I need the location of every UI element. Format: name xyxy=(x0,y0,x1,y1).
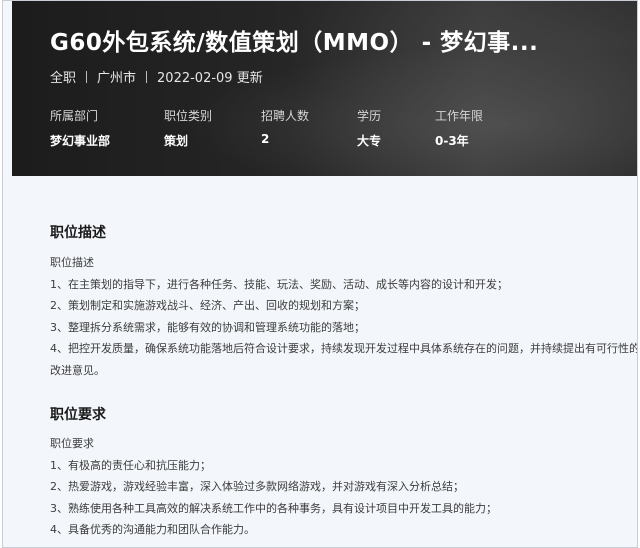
info-experience: 工作年限 0-3年 xyxy=(435,107,483,149)
info-label: 招聘人数 xyxy=(261,109,310,123)
info-category: 职位类别 策划 xyxy=(164,107,212,149)
info-value: 大专 xyxy=(357,134,382,148)
description-line: 2、策划制定和实施游戏战斗、经济、产出、回收的规划和方案； xyxy=(50,299,365,312)
info-label: 所属部门 xyxy=(50,109,99,123)
requirements-line: 1、有极高的责任心和抗压能力； xyxy=(50,458,211,472)
info-value: 策划 xyxy=(164,134,189,148)
job-detail-panel: G60外包系统/数值策划（MMO） - 梦幻事... 全职 广州市 2022-0… xyxy=(2,0,638,548)
job-city: 广州市 xyxy=(97,71,137,86)
requirements-line: 2、热爱游戏，游戏经验丰富，深入体验过多款网络游戏，并对游戏有深入分析总结； xyxy=(50,480,464,493)
description-line: 3、整理拆分系统需求，能够有效的协调和管理系统功能的落地； xyxy=(50,320,365,334)
updated-date: 2022-02-09 更新 xyxy=(157,71,263,86)
description-subheading: 职位描述 xyxy=(50,256,94,269)
info-value: 梦幻事业部 xyxy=(50,134,111,148)
description-body: 职位描述 1、在主策划的指导下，进行各种任务、技能、玩法、奖励、活动、成长等内容… xyxy=(50,252,638,381)
description-line: 改进意见。 xyxy=(50,363,105,377)
requirements-line: 3、熟练使用各种工具高效的解决系统工作中的各种事务，具有设计项目中开发工具的能力… xyxy=(50,501,497,515)
job-header-banner: G60外包系统/数值策划（MMO） - 梦幻事... 全职 广州市 2022-0… xyxy=(12,1,637,176)
description-line: 1、在主策划的指导下，进行各种任务、技能、玩法、奖励、活动、成长等内容的设计和开… xyxy=(50,277,508,291)
info-label: 学历 xyxy=(357,109,382,123)
requirements-body: 职位要求 1、有极高的责任心和抗压能力； 2、热爱游戏，游戏经验丰富，深入体验过… xyxy=(50,433,630,541)
job-title: G60外包系统/数值策划（MMO） - 梦幻事... xyxy=(50,30,539,56)
requirements-line: 4、具备优秀的沟通能力和团队合作能力。 xyxy=(50,523,255,536)
description-line: 4、把控开发质量，确保系统功能落地后符合设计要求，持续发现开发过程中具体系统存在… xyxy=(50,342,638,355)
info-department: 所属部门 梦幻事业部 xyxy=(50,107,110,149)
job-meta-row: 全职 广州市 2022-02-09 更新 xyxy=(50,67,263,86)
employment-type: 全职 xyxy=(50,71,77,86)
info-education: 学历 大专 xyxy=(357,107,381,149)
info-label: 职位类别 xyxy=(164,109,213,123)
meta-divider xyxy=(146,70,148,83)
info-headcount: 招聘人数 2 xyxy=(261,107,309,146)
requirements-heading: 职位要求 xyxy=(50,407,106,423)
description-heading: 职位描述 xyxy=(50,225,106,241)
info-label: 工作年限 xyxy=(435,109,484,123)
requirements-subheading: 职位要求 xyxy=(50,437,94,450)
meta-divider xyxy=(86,70,88,83)
job-content: 职位描述 职位描述 1、在主策划的指导下，进行各种任务、技能、玩法、奖励、活动、… xyxy=(12,176,637,547)
info-value: 2 xyxy=(261,132,270,146)
info-value: 0-3年 xyxy=(435,134,469,148)
